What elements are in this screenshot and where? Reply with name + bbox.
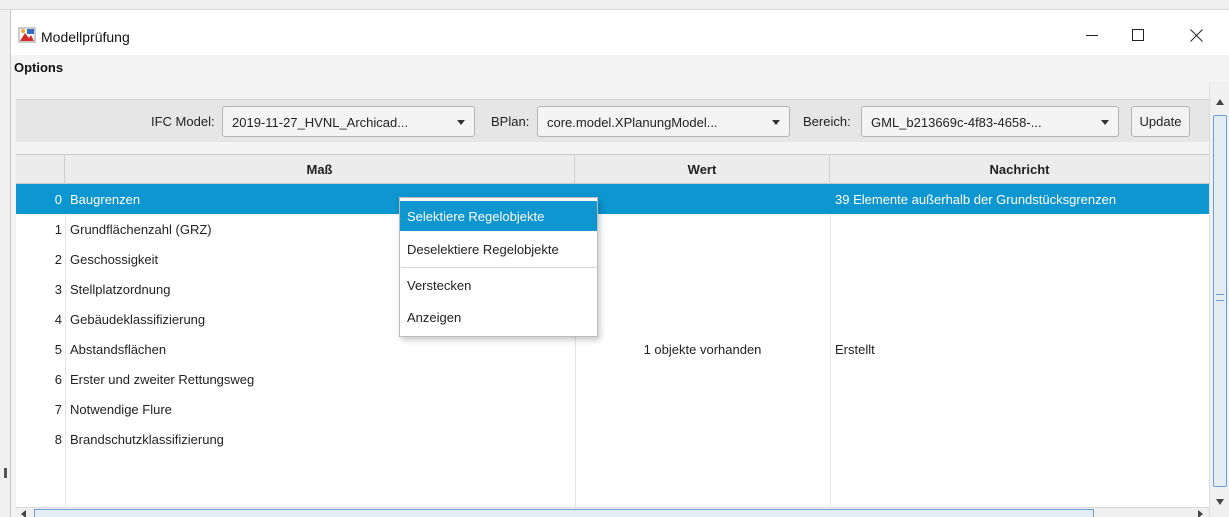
bplan-value: core.model.XPlanungModel... (547, 115, 718, 130)
row-nachricht (835, 244, 1205, 274)
table-row[interactable]: 4 Gebäudeklassifizierung (16, 304, 1209, 334)
background-window-strip (0, 0, 1229, 10)
menu-item-verstecken[interactable]: Verstecken (400, 270, 597, 300)
scroll-grip-icon (1216, 294, 1224, 301)
row-wert (575, 304, 830, 334)
horizontal-scroll-thumb[interactable] (34, 509, 1094, 517)
minimize-icon (1086, 35, 1098, 36)
row-wert (575, 424, 830, 454)
row-index: 7 (54, 401, 62, 417)
table-row[interactable]: 3 Stellplatzordnung (16, 274, 1209, 304)
modellpruefung-window: Modellprüfung Options IFC Model: 2019-11… (10, 10, 1229, 517)
close-button[interactable] (1173, 18, 1219, 52)
table-row[interactable]: 8 Brandschutzklassifizierung (16, 424, 1209, 454)
context-menu: Selektiere Regelobjekte Deselektiere Reg… (399, 197, 598, 337)
vertical-scroll-thumb[interactable] (1213, 115, 1227, 487)
table-row[interactable]: 7 Notwendige Flure (16, 394, 1209, 424)
menu-bar: Options (11, 55, 1229, 82)
row-index: 2 (54, 251, 62, 267)
chevron-down-icon (457, 120, 465, 125)
update-button[interactable]: Update (1131, 106, 1190, 137)
row-nachricht (835, 424, 1205, 454)
toolbar: IFC Model: 2019-11-27_HVNL_Archicad... B… (16, 99, 1209, 142)
close-icon (1189, 28, 1203, 42)
table-row[interactable]: 1 Grundflächenzahl (GRZ) (16, 214, 1209, 244)
row-nachricht (835, 364, 1205, 394)
minimize-button[interactable] (1069, 18, 1115, 52)
row-nachricht: Erstellt (835, 341, 875, 357)
row-nachricht (835, 274, 1205, 304)
app-icon (18, 27, 36, 43)
row-index: 4 (54, 311, 62, 327)
row-wert: 1 objekte vorhanden (643, 341, 762, 357)
row-mass: Abstandsflächen (70, 341, 167, 357)
bplan-label: BPlan: (491, 114, 530, 129)
horizontal-scrollbar[interactable] (16, 507, 1209, 517)
table-header: Maß Wert Nachricht (16, 155, 1209, 184)
table-row[interactable]: 5 Abstandsflächen 1 objekte vorhanden Er… (16, 334, 1209, 364)
row-nachricht (835, 394, 1205, 424)
bereich-value: GML_b213669c-4f83-4658-... (871, 115, 1042, 130)
table-row[interactable]: 2 Geschossigkeit (16, 244, 1209, 274)
row-index: 3 (54, 281, 62, 297)
menu-item-selektiere-regelobjekte[interactable]: Selektiere Regelobjekte (400, 201, 597, 231)
maximize-button[interactable] (1115, 18, 1161, 52)
menu-options[interactable]: Options (14, 60, 63, 75)
menu-item-anzeigen[interactable]: Anzeigen (400, 302, 597, 332)
chevron-down-icon (772, 120, 780, 125)
row-nachricht (835, 304, 1205, 334)
background-window-edge (0, 10, 10, 517)
row-mass: Brandschutzklassifizierung (70, 431, 224, 447)
row-index: 8 (54, 431, 62, 447)
chevron-down-icon (1101, 120, 1109, 125)
row-wert (575, 244, 830, 274)
row-index: 5 (54, 341, 62, 357)
row-wert (575, 364, 830, 394)
ifc-model-label: IFC Model: (151, 114, 215, 129)
table-row[interactable]: 0 Baugrenzen 39 Elemente außerhalb der G… (16, 184, 1209, 214)
maximize-icon (1132, 29, 1144, 41)
column-header-index[interactable] (16, 155, 65, 184)
scroll-up-icon[interactable] (1216, 99, 1224, 105)
row-wert (575, 184, 830, 214)
row-nachricht: 39 Elemente außerhalb der Grundstücksgre… (835, 191, 1117, 207)
background-edge-mark (4, 468, 7, 478)
scroll-right-icon[interactable] (1198, 510, 1203, 517)
row-mass: Erster und zweiter Rettungsweg (70, 371, 255, 387)
row-mass: Notwendige Flure (70, 401, 172, 417)
rules-table: Maß Wert Nachricht 0 Baugrenzen 39 Eleme… (16, 154, 1209, 507)
vertical-scrollbar[interactable] (1209, 82, 1229, 517)
ifc-model-select[interactable]: 2019-11-27_HVNL_Archicad... (222, 106, 475, 137)
bereich-select[interactable]: GML_b213669c-4f83-4658-... (861, 106, 1119, 137)
column-header-nachricht[interactable]: Nachricht (830, 155, 1209, 184)
column-header-wert[interactable]: Wert (575, 155, 830, 184)
table-row[interactable]: 6 Erster und zweiter Rettungsweg (16, 364, 1209, 394)
row-wert (575, 394, 830, 424)
column-header-mass[interactable]: Maß (65, 155, 575, 184)
content-area: IFC Model: 2019-11-27_HVNL_Archicad... B… (11, 82, 1229, 517)
row-wert (575, 214, 830, 244)
row-wert (575, 274, 830, 304)
row-index: 0 (54, 191, 62, 207)
scroll-down-icon[interactable] (1216, 499, 1224, 505)
menu-item-deselektiere-regelobjekte[interactable]: Deselektiere Regelobjekte (400, 234, 597, 264)
row-index: 6 (54, 371, 62, 387)
title-bar[interactable]: Modellprüfung (11, 10, 1229, 55)
row-nachricht (835, 214, 1205, 244)
ifc-model-value: 2019-11-27_HVNL_Archicad... (232, 115, 409, 130)
window-title: Modellprüfung (41, 29, 130, 45)
menu-separator (401, 267, 596, 268)
bplan-select[interactable]: core.model.XPlanungModel... (537, 106, 790, 137)
bereich-label: Bereich: (803, 114, 851, 129)
row-index: 1 (54, 221, 62, 237)
scroll-left-icon[interactable] (21, 510, 26, 517)
